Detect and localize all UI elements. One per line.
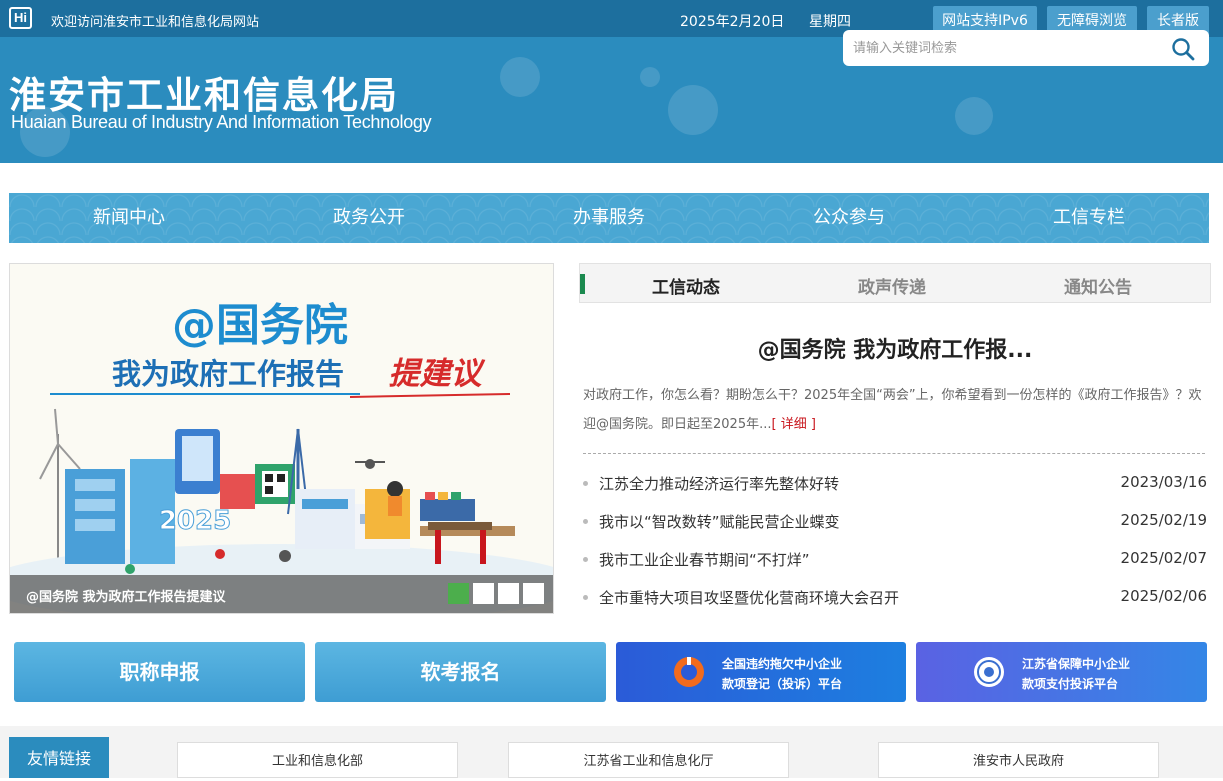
jiangsu-emblem-icon bbox=[974, 657, 1004, 687]
news-summary-text: 对政府工作，你怎么看？期盼怎么干？2025年全国“两会”上，你希望看到一份怎样的… bbox=[583, 388, 1202, 432]
slide-dot-2[interactable] bbox=[473, 583, 494, 604]
bullet-icon bbox=[583, 519, 588, 524]
bullet-icon bbox=[583, 557, 588, 562]
exam-registration-button[interactable]: 软考报名 bbox=[315, 642, 606, 702]
slide-dot-3[interactable] bbox=[498, 583, 519, 604]
bullet-icon bbox=[583, 595, 588, 600]
title-application-button[interactable]: 职称申报 bbox=[14, 642, 305, 702]
banner-slider[interactable]: @国务院 我为政府工作报告 提建议 2025 @国务院 我为政府工作报告提建议 bbox=[9, 263, 554, 614]
friendly-links: 友情链接 工业和信息化部 江苏省工业和信息化厅 淮安市人民政府 bbox=[0, 726, 1223, 778]
active-tab-marker bbox=[580, 274, 585, 294]
search-input[interactable] bbox=[853, 38, 1153, 58]
divider bbox=[583, 453, 1205, 454]
search-box bbox=[843, 30, 1209, 66]
search-icon[interactable] bbox=[1171, 37, 1195, 61]
news-item-date: 2025/02/07 bbox=[1120, 549, 1207, 567]
bullet-icon bbox=[583, 481, 588, 486]
news-detail-link[interactable]: [ 详细 ] bbox=[771, 417, 815, 432]
decor-bubble bbox=[500, 57, 540, 97]
platform1-line1: 全国违约拖欠中小企业 bbox=[722, 657, 843, 671]
banner-illustration: @国务院 我为政府工作报告 提建议 2025 bbox=[10, 264, 553, 613]
news-item-title[interactable]: 我市工业企业春节期间“不打烊” bbox=[599, 549, 810, 570]
banner-caption-bar: @国务院 我为政府工作报告提建议 bbox=[10, 575, 553, 613]
link-miit[interactable]: 工业和信息化部 bbox=[177, 742, 458, 778]
news-item-title[interactable]: 江苏全力推动经济运行率先整体好转 bbox=[599, 473, 839, 494]
tab-policy-voice[interactable]: 政声传递 bbox=[858, 273, 926, 298]
banner-year: 2025 bbox=[159, 506, 231, 536]
current-weekday: 星期四 bbox=[809, 14, 851, 30]
decor-bubble bbox=[668, 85, 718, 135]
link-jiangsu-industry-dept[interactable]: 江苏省工业和信息化厅 bbox=[508, 742, 789, 778]
site-title: 淮安市工业和信息化局 bbox=[9, 74, 399, 117]
decor-bubble bbox=[955, 97, 993, 135]
platform2-line2: 款项支付投诉平台 bbox=[1022, 677, 1119, 691]
news-item-title[interactable]: 全市重特大项目攻坚暨优化营商环境大会召开 bbox=[599, 587, 899, 608]
platform-logo-icon bbox=[674, 657, 704, 687]
banner-heading-accent: 提建议 bbox=[389, 356, 486, 392]
news-summary: 对政府工作，你怎么看？期盼怎么干？2025年全国“两会”上，你希望看到一份怎样的… bbox=[583, 381, 1207, 439]
news-list-item[interactable]: 江苏全力推动经济运行率先整体好转 2023/03/16 bbox=[583, 473, 1207, 495]
news-list-item[interactable]: 全市重特大项目攻坚暨优化营商环境大会召开 2025/02/06 bbox=[583, 587, 1207, 609]
platform1-line2: 款项登记（投诉）平台 bbox=[722, 677, 843, 691]
nav-item-services[interactable]: 办事服务 bbox=[519, 193, 699, 243]
banner-heading-1: @国务院 bbox=[172, 300, 348, 351]
news-item-date: 2025/02/06 bbox=[1120, 587, 1207, 605]
payment-complaint-platform-button[interactable]: 江苏省保障中小企业 款项支付投诉平台 bbox=[916, 642, 1207, 702]
news-item-title[interactable]: 我市以“智改数转”赋能民营企业蝶变 bbox=[599, 511, 840, 532]
news-list-item[interactable]: 我市工业企业春节期间“不打烊” 2025/02/07 bbox=[583, 549, 1207, 571]
nav-item-public-participation[interactable]: 公众参与 bbox=[759, 193, 939, 243]
platform2-line1: 江苏省保障中小企业 bbox=[1022, 657, 1131, 671]
welcome-text: 欢迎访问淮安市工业和信息化局网站 bbox=[51, 15, 260, 30]
main-nav: 新闻中心 政务公开 办事服务 公众参与 工信专栏 bbox=[9, 193, 1209, 243]
news-item-date: 2025/02/19 bbox=[1120, 511, 1207, 529]
nav-item-news-center[interactable]: 新闻中心 bbox=[39, 193, 219, 243]
site-subtitle: Huaian Bureau of Industry And Informatio… bbox=[11, 112, 432, 132]
arrears-complaint-platform-button[interactable]: 全国违约拖欠中小企业 款项登记（投诉）平台 bbox=[616, 642, 906, 702]
tab-notices[interactable]: 通知公告 bbox=[1064, 273, 1132, 298]
nav-item-special-column[interactable]: 工信专栏 bbox=[999, 193, 1179, 243]
tab-industry-news[interactable]: 工信动态 bbox=[652, 273, 720, 298]
current-date: 2025年2月20日 bbox=[680, 14, 785, 30]
news-item-date: 2023/03/16 bbox=[1120, 473, 1207, 491]
link-huaian-gov[interactable]: 淮安市人民政府 bbox=[878, 742, 1159, 778]
slide-dot-1[interactable] bbox=[448, 583, 469, 604]
news-headline[interactable]: @国务院 我为政府工作报... bbox=[579, 332, 1211, 364]
friendly-links-label: 友情链接 bbox=[9, 737, 109, 778]
site-logo-icon: Hi bbox=[9, 7, 32, 29]
news-list-item[interactable]: 我市以“智改数转”赋能民营企业蝶变 2025/02/19 bbox=[583, 511, 1207, 533]
banner-heading-2: 我为政府工作报告 bbox=[112, 357, 344, 391]
news-tabs: 工信动态 政声传递 通知公告 bbox=[579, 263, 1211, 303]
banner-caption[interactable]: @国务院 我为政府工作报告提建议 bbox=[26, 586, 226, 605]
slide-dot-4[interactable] bbox=[523, 583, 544, 604]
decor-bubble bbox=[640, 67, 660, 87]
nav-item-gov-affairs[interactable]: 政务公开 bbox=[279, 193, 459, 243]
